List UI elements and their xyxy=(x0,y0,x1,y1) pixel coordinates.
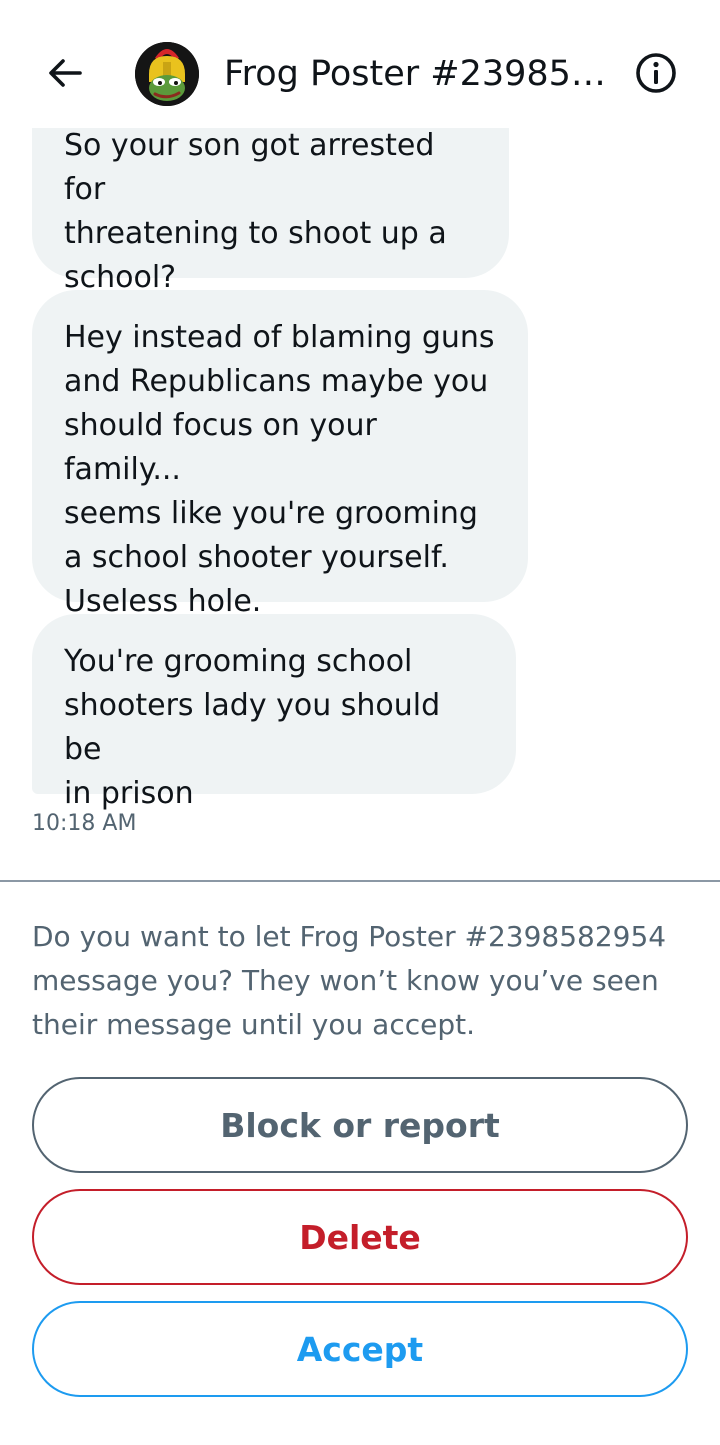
message-bubble[interactable]: You're grooming school shooters lady you… xyxy=(32,614,516,811)
avatar[interactable] xyxy=(135,42,199,106)
message-bubble[interactable]: Hey instead of blaming guns and Republic… xyxy=(32,290,528,619)
message-timestamp: 10:18 AM xyxy=(32,811,137,836)
divider xyxy=(0,880,720,882)
arrow-left-icon xyxy=(49,59,82,87)
delete-button[interactable]: Delete xyxy=(32,1189,688,1285)
info-circle-icon xyxy=(636,53,676,93)
accept-label: Accept xyxy=(296,1329,424,1369)
conversation-title[interactable]: Frog Poster #2398582954 xyxy=(224,50,624,98)
accept-button[interactable]: Accept xyxy=(32,1301,688,1397)
delete-label: Delete xyxy=(299,1217,421,1257)
message-bubble[interactable]: So your son got arrested for threatening… xyxy=(32,106,509,295)
back-button[interactable] xyxy=(40,48,90,98)
block-or-report-button[interactable]: Block or report xyxy=(32,1077,688,1173)
block-or-report-label: Block or report xyxy=(220,1105,500,1145)
message-request-prompt: Do you want to let Frog Poster #23985829… xyxy=(32,920,667,1041)
conversation-header: Frog Poster #2398582954 xyxy=(0,0,720,128)
info-button[interactable] xyxy=(633,50,679,96)
frog-helmet-avatar xyxy=(135,42,199,106)
